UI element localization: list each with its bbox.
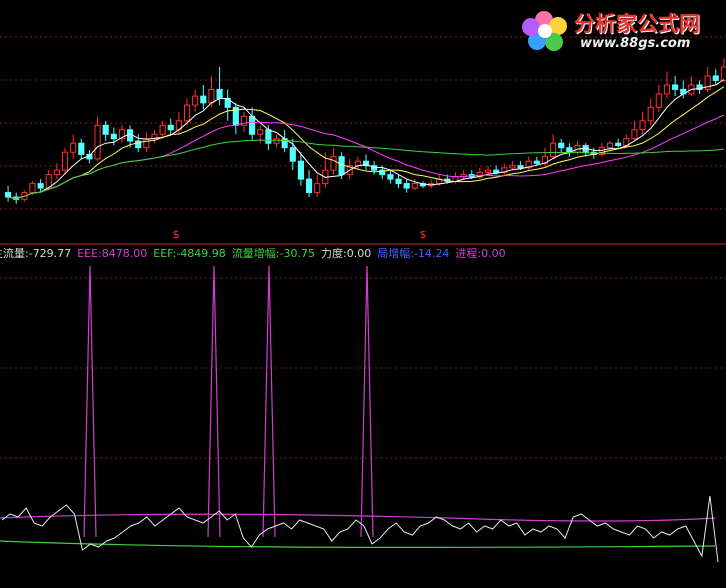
indicator-label: EEF: [153, 247, 177, 260]
candle[interactable] [183, 104, 191, 122]
eee-spike [360, 265, 374, 538]
candle[interactable] [533, 160, 540, 164]
indicator-value: -30.75 [279, 247, 315, 260]
signal-markers: $ $ [173, 228, 427, 241]
candle[interactable] [70, 142, 77, 153]
eee-spike-lines [83, 265, 374, 538]
candle[interactable] [493, 169, 500, 173]
indicator-label: 进程: [455, 247, 482, 260]
indicator-readout: 力度: 0.00 [321, 246, 371, 262]
candle[interactable] [5, 192, 12, 198]
logo-title: 分析家公式网 [574, 12, 700, 36]
indicator-readout: 流量增幅: -30.75 [232, 246, 315, 262]
candle[interactable] [631, 129, 638, 140]
indicator-label: 主流量: [0, 247, 29, 260]
eee-spike [262, 265, 276, 538]
flow-upper-band [0, 513, 716, 522]
indicator-readout-bar: 主流量: -729.77 EEE: 8478.00 EEF: -4849.98 流量增… [0, 246, 512, 262]
indicator-value: 8478.00 [101, 247, 148, 260]
candle[interactable] [411, 183, 418, 189]
indicator-readout: 局增幅: -14.24 [377, 246, 449, 262]
candle[interactable] [395, 178, 402, 185]
ma10-line [8, 86, 725, 199]
candle[interactable] [606, 142, 614, 149]
candle[interactable] [672, 84, 679, 90]
indicator-readout: EEE: 8478.00 [77, 246, 147, 262]
main-flow-lines [0, 495, 719, 563]
candle[interactable] [216, 88, 223, 99]
candle[interactable] [387, 174, 394, 180]
indicator-readout: EEF: -4849.98 [153, 246, 226, 262]
indicator-value: 0.00 [346, 247, 372, 260]
candle[interactable] [663, 84, 671, 95]
candle[interactable] [314, 183, 321, 194]
candle[interactable] [639, 120, 646, 131]
signal-marker: $ [173, 228, 180, 241]
candle[interactable] [200, 95, 207, 104]
candle[interactable] [94, 124, 101, 160]
candle[interactable] [265, 129, 272, 144]
indicator-readout: 进程: 0.00 [455, 246, 505, 262]
candle[interactable] [297, 160, 304, 180]
flower-logo-icon [522, 11, 567, 51]
candle[interactable] [647, 106, 654, 122]
candle[interactable] [615, 142, 622, 146]
candle[interactable] [102, 124, 109, 135]
candle[interactable] [110, 133, 117, 140]
candle[interactable] [78, 142, 85, 155]
eee-spike [83, 265, 97, 538]
candle[interactable] [509, 165, 516, 169]
indicator-value: -4849.98 [176, 247, 226, 260]
candle[interactable] [53, 169, 60, 176]
candle[interactable] [127, 129, 134, 142]
candle[interactable] [712, 75, 719, 81]
candle[interactable] [61, 151, 69, 171]
indicator-readout: 主流量: -729.77 [0, 246, 71, 262]
signal-marker: $ [420, 228, 427, 241]
flow-lower-band [0, 540, 716, 549]
indicator-label: EEE: [77, 247, 102, 260]
candle[interactable] [354, 160, 361, 167]
candle[interactable] [305, 178, 313, 194]
candle[interactable] [330, 156, 337, 171]
indicator-label: 力度: [321, 247, 347, 260]
indicator-value: -729.77 [28, 247, 72, 260]
candle[interactable] [484, 169, 492, 173]
candle[interactable] [257, 129, 264, 135]
candle[interactable] [159, 124, 166, 135]
stock-chart[interactable]: $ $ [0, 0, 726, 588]
indicator-value: -14.24 [413, 247, 450, 260]
indicator-label: 局增幅: [377, 247, 414, 260]
candle[interactable] [143, 138, 150, 149]
candle[interactable] [550, 142, 557, 158]
candle[interactable] [192, 95, 199, 106]
candle[interactable] [517, 165, 524, 169]
candle[interactable] [655, 93, 662, 108]
candle[interactable] [558, 142, 565, 149]
main-flow-line [1, 495, 719, 563]
indicator-value: 0.00 [481, 247, 506, 260]
candle[interactable] [208, 88, 215, 104]
logo-url[interactable]: www.88gs.com [580, 36, 690, 51]
candle[interactable] [249, 115, 256, 135]
candle[interactable] [720, 66, 726, 81]
candle[interactable] [289, 147, 296, 162]
candle[interactable] [167, 124, 174, 131]
candle[interactable] [29, 183, 36, 194]
price-grid [0, 36, 726, 210]
eee-spike [207, 265, 221, 538]
candle[interactable] [273, 138, 280, 144]
candle[interactable] [403, 183, 410, 189]
indicator-label: 流量增幅: [231, 247, 280, 260]
candle[interactable] [37, 183, 44, 189]
site-logo: 分析家公式网 www.88gs.com [520, 4, 720, 56]
